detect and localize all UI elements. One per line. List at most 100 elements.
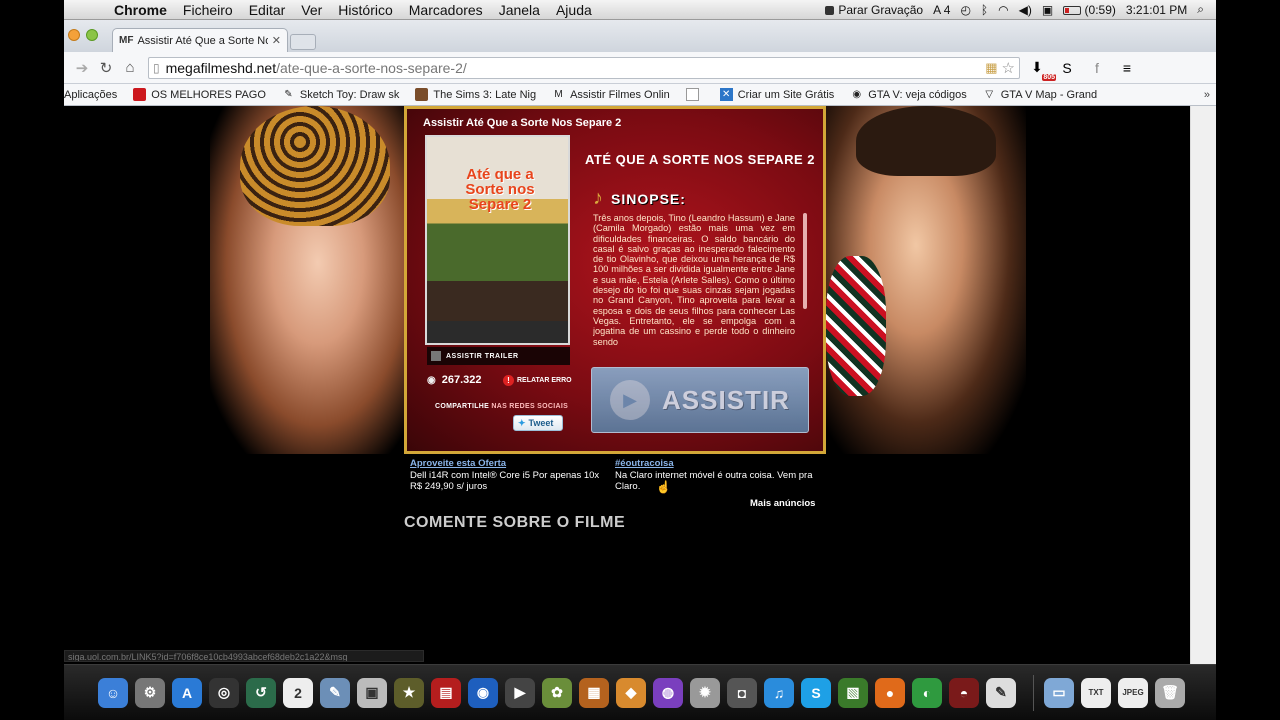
facetime-icon[interactable]: ◘ (727, 677, 757, 708)
bookmark-page[interactable] (685, 88, 704, 101)
status-bar-url: siga.uol.com.br/LINK5?id=f706f8ce10cb499… (64, 650, 424, 662)
page-scrollbar[interactable] (1190, 106, 1216, 664)
dashboard-icon[interactable]: ◎ (209, 677, 239, 708)
close-window-button[interactable] (68, 29, 80, 41)
menu-ver[interactable]: Ver (293, 2, 330, 18)
system-preferences-icon[interactable]: ⚙ (135, 677, 165, 708)
menubar: Chrome Ficheiro Editar Ver Histórico Mar… (64, 0, 1216, 20)
spotlight-icon[interactable]: ⌕ (1197, 2, 1204, 17)
menu-editar[interactable]: Editar (241, 2, 294, 18)
app-store-icon[interactable]: A (172, 677, 202, 708)
ad-heading[interactable]: #éoutracoisa (615, 458, 815, 470)
ad-dell[interactable]: Aproveite esta Oferta Dell i14R com Inte… (410, 458, 610, 493)
photoshop-icon[interactable]: ▦ (579, 677, 609, 708)
extension-colors-icon[interactable]: ▦ (985, 60, 1001, 76)
preview-icon[interactable]: ✎ (320, 677, 350, 708)
mouse-cursor-icon: ☝ (656, 480, 671, 494)
address-domain: megafilmeshd.net (165, 59, 277, 76)
volume-icon[interactable]: ◀) (1019, 3, 1032, 17)
menu-historico[interactable]: Histórico (330, 2, 400, 18)
page-content: Assistir Até Que a Sorte Nos Separe 2 At… (64, 106, 1190, 664)
menu-marcadores[interactable]: Marcadores (401, 2, 491, 18)
address-bar[interactable]: ▯ megafilmeshd.net/ate-que-a-sorte-nos-s… (148, 56, 1020, 79)
textedit-icon[interactable]: ✎ (986, 677, 1016, 708)
watch-button[interactable]: ▶ ASSISTIR (591, 367, 809, 433)
bookmark-assistir-filmes[interactable]: M Assistir Filmes Onlin (552, 88, 669, 101)
display-icon[interactable]: ▣ (1042, 3, 1053, 17)
bookmark-sims[interactable]: The Sims 3: Late Nig (415, 88, 536, 101)
adobe-notif-item[interactable]: A 4 (933, 3, 950, 17)
imovie-icon[interactable]: ★ (394, 677, 424, 708)
bluetooth-icon[interactable]: ᛒ (981, 3, 988, 17)
jpeg-file-icon[interactable]: JPEG (1118, 677, 1148, 708)
iphoto-icon[interactable]: ✿ (542, 677, 572, 708)
finder-icon[interactable]: ☺ (98, 677, 128, 708)
bookmark-sketch-toy[interactable]: ✎ Sketch Toy: Draw sk (282, 88, 399, 101)
clock[interactable]: 3:21:01 PM (1126, 3, 1187, 17)
eye-icon: ◉ (427, 374, 436, 386)
battery-item[interactable]: (0:59) (1063, 3, 1116, 17)
bookmark-label: GTA V: veja códigos (868, 88, 967, 101)
bookmark-wix[interactable]: ✕ Criar um Site Grátis (719, 88, 835, 101)
automator-icon[interactable]: ✹ (690, 677, 720, 708)
bookmark-gta-codes[interactable]: ◉ GTA V: veja códigos (850, 88, 966, 101)
forward-icon[interactable]: ➔ (70, 59, 94, 77)
menu-icon[interactable]: ≡ (1114, 60, 1140, 76)
photo-booth-icon[interactable]: ▤ (431, 677, 461, 708)
tab-active[interactable]: MF Assistir Até Que a Sorte Nos Separe 2… (112, 28, 288, 52)
more-ads-link[interactable]: Mais anúncios (750, 498, 815, 509)
image-capture-icon[interactable]: ▣ (357, 677, 387, 708)
extension-download-icon[interactable]: ⬇ 805 (1024, 59, 1056, 81)
bookmark-youtube[interactable]: OS MELHORES PAGO (133, 88, 266, 101)
watch-label: ASSISTIR (662, 384, 790, 415)
txt-file-icon[interactable]: TXT (1081, 677, 1111, 708)
menu-janela[interactable]: Janela (491, 2, 548, 18)
new-tab-button[interactable] (290, 34, 316, 50)
bookmark-star-icon[interactable]: ☆ (1002, 59, 1019, 77)
time-machine-icon[interactable]: ↺ (246, 677, 276, 708)
poster-title: Até que a Sorte nos Separe 2 (465, 166, 535, 213)
bookmark-label: Criar um Site Grátis (737, 88, 835, 101)
firefox-icon[interactable]: ● (875, 677, 905, 708)
bookmarks-more-icon[interactable]: » (1204, 89, 1216, 101)
home-icon[interactable]: ⌂ (118, 59, 142, 76)
share-label: COMPARTILHE NAS REDES SOCIAIS (435, 403, 568, 410)
maximize-window-button[interactable] (86, 29, 98, 41)
safari-icon[interactable]: ◉ (468, 677, 498, 708)
ad-claro[interactable]: #éoutracoisa Na Claro internet móvel é o… (615, 458, 815, 493)
ad-heading[interactable]: Aproveite esta Oferta (410, 458, 610, 470)
watch-trailer-button[interactable]: ASSISTIR TRAILER (427, 347, 570, 365)
skype-icon[interactable]: S (801, 677, 831, 708)
time-machine-status-icon[interactable]: ◴ (960, 3, 970, 17)
reload-icon[interactable]: ↻ (94, 59, 118, 77)
menu-ficheiro[interactable]: Ficheiro (175, 2, 241, 18)
itunes-icon[interactable]: ♫ (764, 677, 794, 708)
view-count-value: 267.322 (441, 374, 482, 386)
applications-folder-icon[interactable]: ▭ (1044, 677, 1074, 708)
steam-icon[interactable]: ◓ (949, 677, 979, 708)
leopard-turban (240, 106, 390, 226)
share-subtext: NAS REDES SOCIAIS (491, 403, 569, 410)
chrome-dock-icon[interactable]: ◐ (912, 677, 942, 708)
bookmark-aplicacoes[interactable]: Aplicações (64, 88, 117, 101)
photo-editor-icon[interactable]: ▧ (838, 677, 868, 708)
calendar-icon[interactable]: 2 (283, 677, 313, 708)
dvd-player-icon[interactable]: ▶ (505, 677, 535, 708)
extension-s-icon[interactable]: S (1054, 60, 1080, 76)
bookmark-gta-map[interactable]: ▽ GTA V Map - Grand (983, 88, 1097, 101)
report-error-button[interactable]: ! RELATAR ERRO (503, 375, 572, 386)
facebook-icon[interactable]: f (1084, 60, 1110, 76)
itunes-connect-icon[interactable]: ◍ (653, 677, 683, 708)
movie-poster[interactable]: Até que a Sorte nos Separe 2 (425, 135, 570, 345)
menu-app-name[interactable]: Chrome (106, 2, 175, 18)
wifi-icon[interactable]: ◠ (998, 3, 1008, 17)
iwork-icon[interactable]: ◆ (616, 677, 646, 708)
address-path: /ate-que-a-sorte-nos-separe-2/ (276, 59, 467, 76)
synopsis-label: SINOPSE: (611, 190, 686, 207)
synopsis-scrollbar[interactable] (803, 213, 807, 309)
close-tab-icon[interactable]: ✕ (272, 34, 281, 47)
trash-icon[interactable]: 🗑 (1155, 677, 1185, 708)
menu-ajuda[interactable]: Ajuda (548, 2, 600, 18)
tweet-button[interactable]: ✦ Tweet (513, 415, 563, 431)
stop-recording-item[interactable]: Parar Gravação (825, 3, 923, 17)
